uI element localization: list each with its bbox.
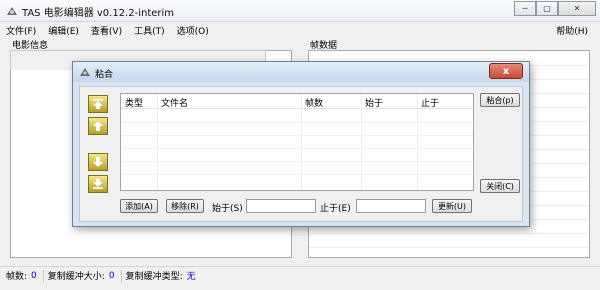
- list-row-line: [121, 174, 473, 175]
- column-start[interactable]: 始于: [365, 96, 383, 109]
- list-row-line: [121, 161, 473, 162]
- menu-options[interactable]: 选项(O): [171, 24, 215, 37]
- clipboard-type-status: 复制缓冲类型: 无: [126, 270, 202, 282]
- move-to-top-button[interactable]: [88, 95, 108, 113]
- menu-view[interactable]: 查看(V): [85, 24, 128, 37]
- column-divider: [301, 94, 302, 190]
- column-filename[interactable]: 文件名: [161, 96, 188, 109]
- list-row-line: [121, 135, 473, 136]
- menu-edit[interactable]: 编辑(E): [42, 24, 85, 37]
- dialog-title: 粘合: [95, 70, 114, 80]
- move-to-bottom-button[interactable]: [88, 175, 108, 193]
- update-button[interactable]: 更新(U): [432, 199, 472, 213]
- add-button[interactable]: 添加(A): [120, 199, 158, 213]
- film-editor-icon: [79, 66, 91, 78]
- app-icon: [5, 4, 19, 18]
- menu-file[interactable]: 文件(F): [0, 24, 42, 37]
- list-row-line: [121, 148, 473, 149]
- column-end[interactable]: 止于: [421, 96, 439, 109]
- frames-value: 0: [31, 270, 37, 281]
- arrow-up-icon: [93, 121, 103, 131]
- arrow-down-icon: [93, 157, 103, 167]
- menu-tools[interactable]: 工具(T): [128, 24, 171, 37]
- restore-button[interactable]: ▢: [536, 1, 558, 16]
- frames-label: 帧数:: [6, 272, 28, 282]
- end-label: 止于(E): [320, 204, 351, 214]
- status-bar: 帧数: 0 复制缓冲大小: 0 复制缓冲类型: 无: [0, 266, 600, 284]
- splice-button[interactable]: 粘合(p): [480, 93, 520, 107]
- list-row-line: [121, 122, 473, 123]
- start-label: 始于(S): [212, 204, 243, 214]
- arrow-to-bottom-icon: [93, 179, 103, 189]
- minimize-button[interactable]: ─: [514, 1, 536, 16]
- clipboard-size-label: 复制缓冲大小:: [47, 272, 105, 282]
- arrow-to-top-icon: [93, 99, 103, 109]
- window-controls: ─ ▢ ✕: [514, 1, 596, 16]
- column-divider: [417, 94, 418, 190]
- list-header: 类型 文件名 帧数 始于 止于: [121, 94, 473, 109]
- frames-status: 帧数: 0: [6, 269, 44, 282]
- column-divider: [157, 94, 158, 190]
- splice-file-list[interactable]: 类型 文件名 帧数 始于 止于: [120, 93, 474, 191]
- clipboard-type-value: 无: [186, 272, 196, 282]
- clipboard-size-status: 复制缓冲大小: 0: [47, 269, 122, 282]
- title-bar: TAS 电影编辑器 v0.12.2-interim ─ ▢ ✕: [0, 0, 600, 22]
- remove-button[interactable]: 移除(R): [166, 199, 204, 213]
- clipboard-type-label: 复制缓冲类型:: [125, 272, 183, 282]
- column-divider: [361, 94, 362, 190]
- menu-help[interactable]: 帮助(H): [550, 24, 594, 37]
- dialog-close-button[interactable]: x: [489, 63, 523, 79]
- dialog-title-bar[interactable]: 粘合 x: [73, 62, 529, 82]
- close-button[interactable]: ✕: [558, 1, 596, 16]
- end-field[interactable]: [356, 199, 426, 213]
- column-type[interactable]: 类型: [125, 96, 143, 109]
- grid-row-line: [309, 247, 589, 248]
- column-frames[interactable]: 帧数: [305, 96, 323, 109]
- window-title: TAS 电影编辑器 v0.12.2-interim: [22, 8, 175, 19]
- main-window: TAS 电影编辑器 v0.12.2-interim ─ ▢ ✕ 文件(F) 编辑…: [0, 0, 600, 290]
- start-field[interactable]: [246, 199, 316, 213]
- close-dialog-button[interactable]: 关闭(C): [480, 179, 520, 193]
- dialog-body: 类型 文件名 帧数 始于 止于 粘合(p) 关闭(C) 添加(A) 移除(R) …: [79, 86, 523, 222]
- splice-dialog: 粘合 x 类型 文件名 帧数 始于 止于 粘合(p) 关闭(C) 添加(A) 移…: [72, 61, 530, 227]
- move-down-button[interactable]: [88, 153, 108, 171]
- grid-row-line: [309, 233, 589, 234]
- clipboard-size-value: 0: [108, 270, 115, 281]
- move-up-button[interactable]: [88, 117, 108, 135]
- menu-bar: 文件(F) 编辑(E) 查看(V) 工具(T) 选项(O) 帮助(H): [0, 22, 600, 38]
